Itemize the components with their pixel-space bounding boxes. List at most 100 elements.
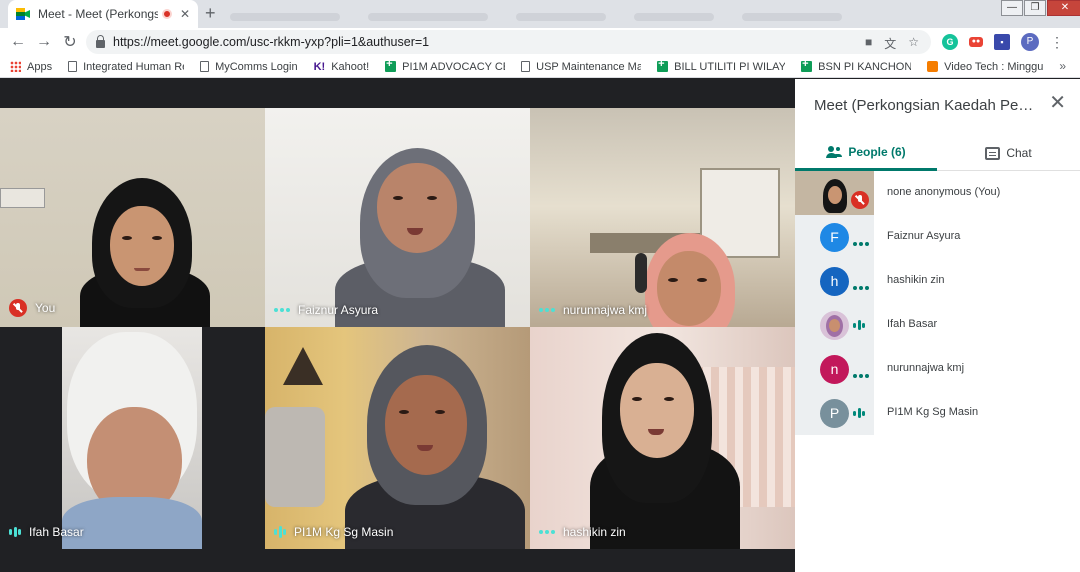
mic-off-icon bbox=[851, 191, 869, 209]
participant-name: Ifah Basar bbox=[887, 318, 938, 330]
cushion bbox=[265, 407, 325, 507]
back-arrow-icon[interactable]: ← bbox=[6, 33, 30, 51]
bookmark-label: Kahoot! bbox=[331, 60, 370, 73]
bookmark-label: BILL UTILITI PI WILAY bbox=[674, 60, 786, 73]
tile-label: Faiznur Asyura bbox=[274, 303, 378, 317]
profile-avatar[interactable]: P bbox=[1021, 33, 1039, 51]
speaking-dots-icon bbox=[853, 242, 869, 246]
minimize-button[interactable]: — bbox=[1001, 0, 1023, 16]
new-tab-button[interactable]: + bbox=[205, 4, 216, 22]
sheet-icon bbox=[801, 61, 813, 72]
browser-tab-meet[interactable]: Meet - Meet (Perkongsian K ✕ bbox=[8, 0, 198, 28]
speaking-dots-icon bbox=[853, 374, 869, 378]
panel-title: Meet (Perkongsian Kaedah Pemb... bbox=[814, 97, 1044, 114]
warning-poster bbox=[283, 347, 323, 385]
meet-video-grid: You Faiznur Asyura nurunnajwa kmj Ifah B… bbox=[0, 79, 795, 572]
video-tile-faiznur[interactable]: Faiznur Asyura bbox=[265, 108, 530, 327]
tab-title: Meet - Meet (Perkongsian K bbox=[38, 7, 158, 21]
bookmark-label: Integrated Human Re bbox=[83, 60, 185, 73]
audio-level-icon bbox=[853, 407, 865, 419]
bookmark-label: BSN PI KANCHONG bbox=[818, 60, 912, 73]
self-video-thumbnail bbox=[795, 171, 874, 215]
bookmark-item[interactable]: BILL UTILITI PI WILAY bbox=[657, 61, 785, 73]
bookmark-label: USP Maintenance Ma bbox=[536, 60, 642, 73]
video-tile-pi1m[interactable]: PI1M Kg Sg Masin bbox=[265, 327, 530, 549]
audio-level-icon bbox=[853, 319, 865, 331]
video-tile-nurunnajwa[interactable]: nurunnajwa kmj bbox=[530, 108, 795, 327]
speaking-dots-icon bbox=[539, 530, 555, 534]
avatar: P bbox=[820, 399, 849, 428]
sheet-icon bbox=[385, 61, 397, 72]
video-tile-ifah[interactable]: Ifah Basar bbox=[0, 327, 265, 549]
tile-label: PI1M Kg Sg Masin bbox=[274, 525, 393, 539]
bookmark-item[interactable]: Video Tech : Minggu bbox=[927, 61, 1043, 73]
background-tabs bbox=[230, 8, 880, 21]
reload-icon[interactable]: ↻ bbox=[58, 32, 82, 52]
participant-row[interactable]: P PI1M Kg Sg Masin bbox=[795, 391, 1080, 435]
bookmark-item[interactable]: PI1M ADVOCACY CE bbox=[385, 61, 505, 73]
camera-icon[interactable]: ■ bbox=[865, 35, 872, 52]
panel-tabs: People (6) Chat bbox=[795, 135, 1080, 171]
participant-row[interactable]: h hashikin zin bbox=[795, 259, 1080, 303]
participant-thumbnail: P bbox=[795, 391, 874, 435]
screencast-icon[interactable]: ▪ bbox=[994, 34, 1010, 50]
bookmark-item[interactable]: Apps bbox=[10, 61, 52, 73]
tab-strip: Meet - Meet (Perkongsian K ✕ + — ❐ ✕ bbox=[0, 0, 1080, 28]
audio-level-icon bbox=[274, 526, 286, 538]
bookmark-star-icon[interactable]: ☆ bbox=[908, 35, 919, 52]
participant-name: nurunnajwa kmj bbox=[887, 362, 965, 374]
tile-name: Faiznur Asyura bbox=[298, 303, 379, 317]
tab-people[interactable]: People (6) bbox=[795, 135, 937, 171]
sheet-icon bbox=[657, 61, 669, 72]
bookmark-item[interactable]: MyComms Login bbox=[200, 61, 298, 73]
avatar: F bbox=[820, 223, 849, 252]
video-tile-hashikin[interactable]: hashikin zin bbox=[530, 327, 795, 549]
video-tile-you[interactable]: You bbox=[0, 108, 265, 327]
tile-name: You bbox=[35, 301, 56, 315]
panel-close-icon[interactable]: ✕ bbox=[1049, 93, 1066, 113]
window-controls: — ❐ ✕ bbox=[1000, 0, 1080, 18]
mic-off-icon bbox=[9, 299, 27, 317]
address-bar[interactable]: https://meet.google.com/usc-rkkm-yxp?pli… bbox=[86, 30, 931, 54]
chat-icon bbox=[985, 146, 1001, 160]
kahoot-icon: K! bbox=[313, 60, 326, 73]
maximize-button[interactable]: ❐ bbox=[1024, 0, 1046, 16]
bookmark-item[interactable]: K! Kahoot! bbox=[314, 61, 370, 73]
participant-name: PI1M Kg Sg Masin bbox=[887, 406, 979, 418]
browser-menu-icon[interactable]: ⋮ bbox=[1050, 34, 1064, 51]
tile-name: PI1M Kg Sg Masin bbox=[294, 525, 394, 539]
meeting-details-panel: Meet (Perkongsian Kaedah Pemb... ✕ Peopl… bbox=[795, 79, 1080, 572]
grammarly-icon[interactable]: G bbox=[942, 34, 958, 50]
translate-icon[interactable]: 文 bbox=[884, 35, 896, 52]
browser-toolbar: ← → ↻ https://meet.google.com/usc-rkkm-y… bbox=[0, 28, 1080, 56]
avatar bbox=[820, 311, 849, 340]
doc-icon bbox=[68, 61, 78, 72]
tab-chat[interactable]: Chat bbox=[937, 135, 1080, 171]
extension-icon[interactable]: ●● bbox=[969, 37, 983, 47]
participant-row[interactable]: Ifah Basar bbox=[795, 303, 1080, 347]
bookmarks-overflow-icon[interactable]: » bbox=[1059, 59, 1066, 73]
participant-row[interactable]: F Faiznur Asyura bbox=[795, 215, 1080, 259]
bookmark-item[interactable]: USP Maintenance Ma bbox=[521, 61, 641, 73]
participant-row[interactable]: none anonymous (You) bbox=[795, 171, 1080, 215]
participant-video bbox=[80, 178, 210, 327]
participant-video bbox=[635, 233, 755, 327]
participant-video bbox=[345, 345, 525, 549]
tile-name: Ifah Basar bbox=[29, 525, 84, 539]
forward-arrow-icon[interactable]: → bbox=[32, 33, 56, 51]
speaking-dots-icon bbox=[274, 308, 290, 312]
meet-favicon-icon bbox=[16, 8, 30, 20]
bookmark-label: PI1M ADVOCACY CE bbox=[402, 60, 506, 73]
tab-close-icon[interactable]: ✕ bbox=[180, 7, 190, 21]
window-close-button[interactable]: ✕ bbox=[1047, 0, 1080, 16]
bookmark-item[interactable]: Integrated Human Re bbox=[68, 61, 184, 73]
doc-icon bbox=[200, 61, 210, 72]
participant-thumbnail: n bbox=[795, 347, 874, 391]
portrait-video bbox=[62, 327, 202, 549]
tab-chat-label: Chat bbox=[1006, 146, 1032, 160]
participant-row[interactable]: n nurunnajwa kmj bbox=[795, 347, 1080, 391]
blogger-icon bbox=[927, 61, 939, 72]
bookmark-item[interactable]: BSN PI KANCHONG bbox=[801, 61, 911, 73]
url-text: https://meet.google.com/usc-rkkm-yxp?pli… bbox=[113, 35, 430, 49]
tile-name: nurunnajwa kmj bbox=[563, 303, 648, 317]
